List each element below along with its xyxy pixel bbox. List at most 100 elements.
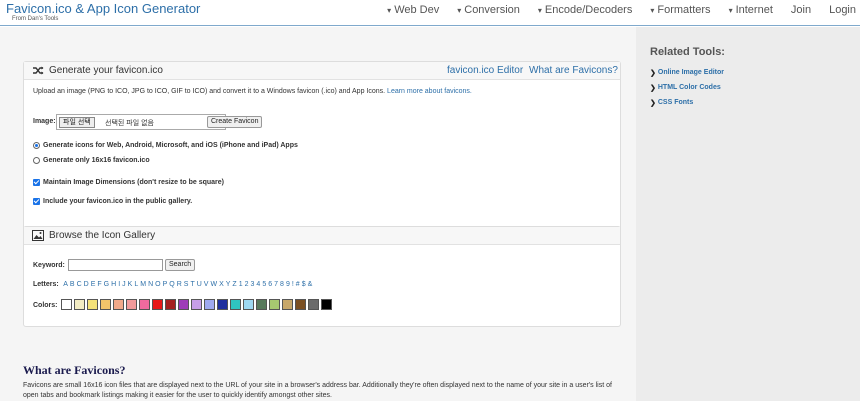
- color-swatch[interactable]: [243, 299, 254, 310]
- nav-item-encode-decoders[interactable]: ▾ Encode/Decoders: [538, 4, 632, 16]
- related-tool-item[interactable]: ❯ Online Image Editor: [650, 65, 724, 80]
- letter-link[interactable]: &: [308, 281, 313, 288]
- color-swatch[interactable]: [230, 299, 241, 310]
- letter-link[interactable]: G: [104, 281, 109, 288]
- letter-link[interactable]: $: [302, 281, 306, 288]
- related-tools-title: Related Tools:: [650, 46, 725, 58]
- color-swatch[interactable]: [100, 299, 111, 310]
- letter-link[interactable]: 5: [262, 281, 266, 288]
- letter-link[interactable]: A: [63, 281, 68, 288]
- nav-item-web-dev[interactable]: ▾ Web Dev: [387, 4, 439, 16]
- letter-link[interactable]: F: [97, 281, 101, 288]
- color-swatch[interactable]: [165, 299, 176, 310]
- letter-link[interactable]: !: [292, 281, 294, 288]
- letter-link[interactable]: X: [219, 281, 224, 288]
- create-favicon-button[interactable]: Create Favicon: [207, 116, 263, 128]
- chevron-right-icon: ❯: [650, 84, 656, 92]
- keyword-input[interactable]: [68, 259, 163, 271]
- color-swatch[interactable]: [217, 299, 228, 310]
- caret-down-icon: ▾: [457, 5, 462, 15]
- letter-link[interactable]: W: [210, 281, 217, 288]
- maintain-dimensions-checkbox[interactable]: [33, 179, 40, 186]
- related-tools-list: ❯ Online Image Editor ❯ HTML Color Codes ❯ CS…: [650, 65, 724, 110]
- letter-link[interactable]: 8: [280, 281, 284, 288]
- nav-item-login[interactable]: Login: [829, 4, 856, 16]
- search-button[interactable]: Search: [165, 259, 196, 271]
- related-tool-link[interactable]: CSS Fonts: [658, 99, 693, 106]
- letter-link[interactable]: 7: [274, 281, 278, 288]
- letter-link[interactable]: I: [118, 281, 120, 288]
- letter-link[interactable]: 4: [256, 281, 260, 288]
- letter-link[interactable]: T: [190, 281, 194, 288]
- letter-link[interactable]: N: [148, 281, 153, 288]
- site-logo[interactable]: Favicon.ico & App Icon Generator: [6, 1, 200, 16]
- letter-link[interactable]: U: [197, 281, 202, 288]
- letter-link[interactable]: J: [122, 281, 126, 288]
- nav-item-join[interactable]: Join: [791, 4, 811, 16]
- letter-link[interactable]: 9: [286, 281, 290, 288]
- favicons-text: Favicons are small 16x16 icon files that…: [23, 382, 612, 399]
- related-tool-link[interactable]: HTML Color Codes: [658, 84, 721, 91]
- shuffle-icon: [33, 66, 44, 75]
- nav-item-formatters[interactable]: ▾ Formatters: [650, 4, 710, 16]
- letter-link[interactable]: S: [184, 281, 189, 288]
- nav-item-label: Join: [790, 4, 812, 16]
- letter-link[interactable]: H: [111, 281, 116, 288]
- letter-link[interactable]: Z: [232, 281, 236, 288]
- letter-link[interactable]: Y: [226, 281, 231, 288]
- letter-link[interactable]: 6: [268, 281, 272, 288]
- generate-all-radio[interactable]: [33, 142, 40, 149]
- generate-only-radio[interactable]: [33, 157, 40, 164]
- caret-down-icon: ▾: [650, 5, 655, 15]
- letter-link[interactable]: #: [296, 281, 300, 288]
- color-swatch[interactable]: [269, 299, 280, 310]
- color-swatch[interactable]: [139, 299, 150, 310]
- nav-item-conversion[interactable]: ▾ Conversion: [457, 4, 520, 16]
- letter-link[interactable]: V: [204, 281, 209, 288]
- letter-link[interactable]: 1: [239, 281, 243, 288]
- color-swatch[interactable]: [204, 299, 215, 310]
- color-swatch[interactable]: [295, 299, 306, 310]
- nav-item-internet[interactable]: ▾ Internet: [729, 4, 773, 16]
- color-swatch[interactable]: [61, 299, 72, 310]
- image-icon: [32, 230, 44, 241]
- image-file-input[interactable]: 파일 선택 선택된 파일 없음: [56, 114, 226, 130]
- related-tool-item[interactable]: ❯ HTML Color Codes: [650, 80, 724, 95]
- letter-link[interactable]: E: [91, 281, 96, 288]
- chevron-right-icon: ❯: [650, 99, 656, 107]
- caret-down-icon: ▾: [387, 5, 392, 15]
- letter-link[interactable]: D: [84, 281, 89, 288]
- related-tool-link[interactable]: Online Image Editor: [658, 69, 724, 76]
- color-swatch[interactable]: [308, 299, 319, 310]
- color-swatch[interactable]: [282, 299, 293, 310]
- include-gallery-checkbox[interactable]: [33, 198, 40, 205]
- color-swatch[interactable]: [74, 299, 85, 310]
- letter-link[interactable]: O: [155, 281, 160, 288]
- related-tool-item[interactable]: ❯ CSS Fonts: [650, 95, 724, 110]
- letter-link[interactable]: L: [134, 281, 138, 288]
- color-swatch[interactable]: [191, 299, 202, 310]
- color-swatch[interactable]: [256, 299, 267, 310]
- letter-link[interactable]: 3: [251, 281, 255, 288]
- include-gallery-label: Include your favicon.ico in the public g…: [43, 198, 193, 205]
- nav-item-label: Formatters: [657, 4, 711, 16]
- letter-link[interactable]: R: [177, 281, 182, 288]
- choose-file-button[interactable]: 파일 선택: [59, 117, 95, 128]
- letter-link[interactable]: C: [77, 281, 82, 288]
- color-swatch[interactable]: [321, 299, 332, 310]
- color-swatch[interactable]: [178, 299, 189, 310]
- color-swatch[interactable]: [126, 299, 137, 310]
- letter-link[interactable]: B: [70, 281, 75, 288]
- letter-link[interactable]: P: [163, 281, 168, 288]
- keyword-label: Keyword:: [33, 262, 65, 269]
- letter-link[interactable]: K: [128, 281, 133, 288]
- color-swatch[interactable]: [113, 299, 124, 310]
- color-swatch[interactable]: [152, 299, 163, 310]
- favicon-editor-link[interactable]: favicon.ico Editor: [447, 65, 523, 76]
- letter-link[interactable]: 2: [245, 281, 249, 288]
- letter-link[interactable]: Q: [169, 281, 174, 288]
- what-are-favicons-link[interactable]: What are Favicons?: [529, 65, 618, 76]
- letter-link[interactable]: M: [140, 281, 146, 288]
- learn-more-link[interactable]: Learn more about favicons.: [387, 88, 472, 95]
- color-swatch[interactable]: [87, 299, 98, 310]
